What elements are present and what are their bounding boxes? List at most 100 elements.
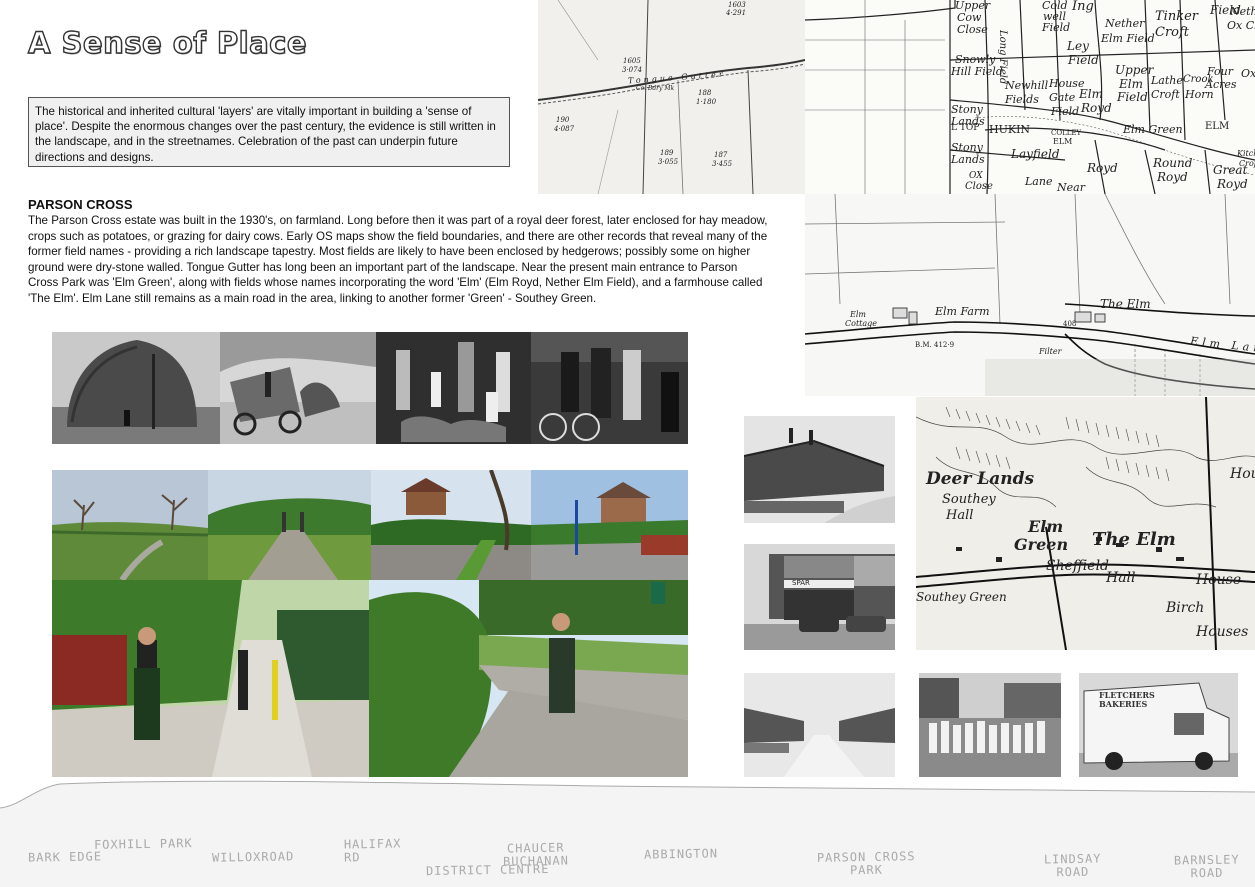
map-label: Lane [1025, 175, 1053, 188]
map-label: Cottage [845, 319, 877, 328]
map-label: 4·291 [726, 9, 747, 17]
map-label: 3·074 [622, 66, 643, 74]
map-label: Elm Farm [935, 305, 990, 318]
map-label: Lands [951, 153, 985, 166]
group-bicycle-photo [531, 332, 688, 444]
section-body: The Parson Cross estate was built in the… [28, 214, 768, 305]
map-label: The Elm [1100, 297, 1151, 311]
map-label: Nether [1105, 17, 1145, 30]
street-wilcox-road: WILLOXROAD [211, 849, 295, 865]
map-label: Sheffield [1046, 558, 1110, 574]
street-halifax-rd: HALIFAX RD [343, 836, 402, 865]
map-label: Tinker [1155, 9, 1198, 24]
street-foxhill-park: FOXHILL PARK [93, 836, 193, 852]
map-label: Hall [1106, 570, 1136, 586]
map-label: COLLEY [1051, 129, 1082, 137]
map-label: 1605 [623, 57, 641, 65]
map-label: 190 [556, 116, 570, 124]
street-barnsley-road: BARNSLEY ROAD [1173, 852, 1240, 881]
page-title: A Sense of Place [27, 25, 308, 60]
map-label: Stony [951, 141, 983, 154]
street-abbington: ABBINGTON [643, 846, 719, 862]
street-lindsay-road: LINDSAY ROAD [1043, 851, 1102, 880]
map-label: Nether [1230, 5, 1255, 18]
map-label: Deer Lands [926, 469, 1035, 489]
map-label: Filter [1039, 347, 1062, 356]
map-label: Houses [1196, 624, 1249, 640]
map-label: Field [1042, 21, 1071, 34]
map-label: House [1196, 572, 1242, 588]
map-label: Long Field [997, 30, 1008, 85]
map-label: Co. Bdry Mk [636, 85, 675, 92]
map-label: OX [969, 171, 983, 181]
map-label: Croft [1151, 88, 1180, 101]
bakery-van-photo: FLETCHERS BAKERIES [1079, 673, 1238, 777]
map-label: 187 [714, 151, 728, 159]
map-label: 189 [660, 149, 674, 157]
map-label: Stony [951, 103, 983, 116]
map-label: Kitchen [1237, 149, 1255, 158]
map-label: Hill Field [951, 65, 1003, 78]
elm-green-map: Deer Lands Southey Hall Elm Green The El… [916, 397, 1255, 650]
map-label: ELM [1053, 137, 1073, 146]
map-label: L TOP [951, 123, 980, 133]
street-district-centre: DISTRICT CENTRE [425, 861, 550, 879]
map-label: Royd [1087, 161, 1118, 175]
tongue-gutter-map: 1605 3·074 1603 4·291 Tongue Gutter Co. … [538, 0, 805, 194]
intro-callout: The historical and inherited cultural 'l… [28, 97, 510, 167]
map-label: 4·087 [554, 125, 575, 133]
man-alleyway-photo [52, 580, 369, 777]
hay-cart-photo [220, 332, 376, 444]
group-school-photo [919, 673, 1061, 777]
map-label: Royd [1081, 101, 1112, 115]
map-label: Ley [1067, 39, 1089, 53]
terrace-road-photo [744, 673, 895, 777]
map-label: Upper [1115, 63, 1154, 77]
elm-farm-map: Elm Cottage Elm Farm The Elm 408 B.M. 41… [805, 194, 1255, 396]
map-label: Croft [1155, 25, 1190, 40]
road-junction-photo [531, 470, 688, 580]
map-label: HUKIN [989, 123, 1031, 136]
map-label: 1·180 [696, 98, 717, 106]
map-label: Horn [1185, 88, 1214, 101]
man-hedge-path-photo [369, 580, 688, 777]
map-label: Elm [1119, 77, 1143, 91]
map-label: Birch [1166, 600, 1205, 616]
map-label: Hall [946, 508, 974, 523]
map-label: Southey Green [916, 590, 1007, 604]
map-label: Gate [1049, 91, 1076, 104]
map-label: Near [1057, 181, 1085, 194]
shopfront-photo: SPAR [744, 544, 895, 650]
section-heading: PARSON CROSS [28, 197, 133, 212]
map-label: 3·455 [712, 160, 733, 168]
houses-street-photo [744, 416, 895, 523]
map-label: 3·055 [658, 158, 679, 166]
map-label: Crook [1183, 74, 1214, 85]
map-label: Lathe [1151, 74, 1183, 87]
van-sign: FLETCHERS BAKERIES [1099, 690, 1155, 709]
map-label: Field [1051, 105, 1080, 118]
map-label: Newhill [1005, 79, 1049, 92]
map-label: 1603 [728, 1, 746, 9]
map-label: Field [1068, 53, 1099, 67]
map-label: Elm Green [1123, 123, 1183, 136]
map-label: The Elm [1092, 529, 1176, 550]
map-label: Snowly [955, 53, 996, 66]
map-label: Southey [942, 492, 996, 507]
map-label: 408 [1063, 320, 1077, 328]
map-label: House [1230, 466, 1255, 482]
map-label: Field [1117, 90, 1148, 104]
family-hens-photo [376, 332, 531, 444]
map-label: B.M. 412·9 [915, 341, 955, 349]
map-label: Green [1014, 535, 1069, 554]
park-gate-path-photo [208, 470, 371, 580]
map-label: Elm [1079, 87, 1103, 101]
map-label: Fields [1005, 93, 1039, 106]
map-label: Elm Field [1101, 32, 1155, 45]
street-names-ribbon: FOXHILL PARK BARK EDGE WILLOXROAD HALIFA… [0, 778, 1255, 887]
map-label: Croft [1239, 159, 1255, 168]
street-parson-cross-park: PARSON CROSS PARK [816, 849, 916, 878]
street-corner-photo [371, 470, 531, 580]
field-names-map: Upper Cow Close Cold well Field Ing Tink… [805, 0, 1255, 194]
map-label: Ing [1072, 0, 1094, 14]
